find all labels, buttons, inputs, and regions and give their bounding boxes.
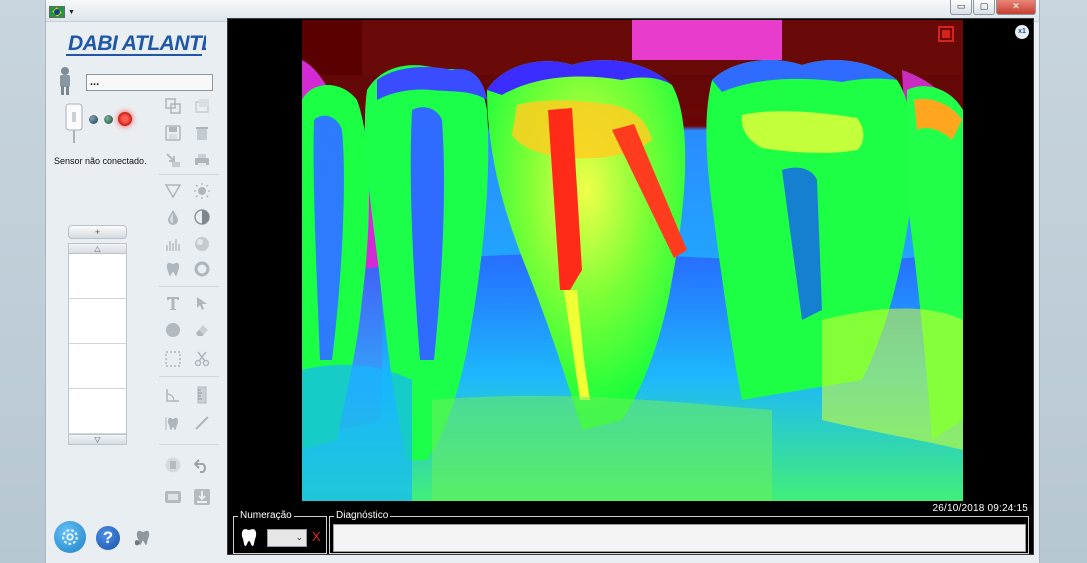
fullscreen-icon[interactable] xyxy=(162,487,184,507)
help-button[interactable]: ? xyxy=(96,526,120,550)
text-tool-icon[interactable] xyxy=(162,293,184,313)
window-controls: ▭ ▢ ✕ xyxy=(950,0,1036,15)
diagnostico-group: Diagnóstico xyxy=(329,510,1029,554)
thumbnail-slot[interactable] xyxy=(68,299,127,344)
sensor-icon xyxy=(64,102,84,144)
status-led-error xyxy=(118,112,132,126)
patient-icon[interactable] xyxy=(55,66,75,96)
patient-name-field[interactable]: ... xyxy=(86,74,213,91)
settings-button[interactable] xyxy=(54,521,86,553)
close-button[interactable]: ✕ xyxy=(996,0,1036,15)
status-led-2 xyxy=(104,115,113,124)
clear-numeracao-button[interactable]: X xyxy=(312,529,321,545)
chevron-down-icon: ▼ xyxy=(68,8,75,16)
circle-tool-icon[interactable] xyxy=(162,320,184,340)
language-selector[interactable]: ▼ xyxy=(49,4,79,20)
histogram-icon[interactable] xyxy=(162,234,184,254)
status-led-1 xyxy=(89,115,98,124)
compare-icon[interactable] xyxy=(162,455,184,475)
chevron-down-icon: ⌄ xyxy=(295,532,303,542)
logo-text: DABI ATLANTE xyxy=(68,32,206,55)
invert-icon[interactable] xyxy=(162,181,184,201)
copy-image-icon[interactable] xyxy=(162,96,184,116)
tool-separator xyxy=(159,444,219,445)
sharpen-ring-icon[interactable] xyxy=(191,259,213,279)
thumbnail-panel: + △ ▽ xyxy=(68,225,127,449)
diagnostico-label: Diagnóstico xyxy=(334,510,391,522)
dabi-atlante-logo: DABI ATLANTE xyxy=(66,30,217,60)
crop-select-icon[interactable] xyxy=(162,349,184,369)
tool-separator xyxy=(159,174,219,175)
thumbnail-slot[interactable] xyxy=(68,344,127,389)
add-image-button[interactable]: + xyxy=(68,225,127,239)
scroll-down-button[interactable]: ▽ xyxy=(68,434,127,445)
desktop-right-band xyxy=(1040,0,1087,563)
tool-separator xyxy=(159,376,219,377)
brightness-icon[interactable] xyxy=(191,181,213,201)
tooth-hand-icon[interactable] xyxy=(132,527,154,549)
ruler-icon[interactable] xyxy=(191,385,213,405)
zoom-level-badge[interactable]: x1 xyxy=(1015,25,1029,39)
tooth-filter-icon[interactable] xyxy=(162,259,184,279)
tooth-number-select[interactable]: ⌄ xyxy=(267,529,307,547)
minimize-button[interactable]: ▭ xyxy=(950,0,972,15)
stop-icon xyxy=(942,30,950,38)
filter-sphere-icon[interactable] xyxy=(191,234,213,254)
xray-image[interactable] xyxy=(302,20,963,501)
sensor-status-text: Sensor não conectado. xyxy=(54,156,147,166)
contrast-icon[interactable] xyxy=(191,207,213,227)
import-icon[interactable] xyxy=(191,487,213,507)
image-viewer[interactable]: x1 26/10/2018 09:24:15 Numeração ⌄ X Dia… xyxy=(227,18,1034,555)
tool-separator xyxy=(159,286,219,287)
diagnostico-field[interactable] xyxy=(333,524,1026,552)
tooth-measure-icon[interactable] xyxy=(162,413,184,433)
undo-icon[interactable] xyxy=(191,455,213,475)
print-icon[interactable] xyxy=(191,150,213,170)
gamma-icon[interactable] xyxy=(162,207,184,227)
pointer-icon[interactable] xyxy=(191,293,213,313)
save-icon[interactable] xyxy=(162,123,184,143)
desktop-left-band xyxy=(0,0,45,563)
trash-icon[interactable] xyxy=(191,123,213,143)
image-timestamp: 26/10/2018 09:24:15 xyxy=(932,503,1028,514)
app-window: ▼ ▭ ▢ ✕ DABI ATLANTE ... Sensor não cone… xyxy=(45,0,1040,563)
eraser-icon[interactable] xyxy=(191,320,213,340)
thumbnail-slot[interactable] xyxy=(68,389,127,434)
scissors-icon[interactable] xyxy=(191,349,213,369)
restore-button[interactable]: ▢ xyxy=(973,0,995,15)
export-icon[interactable] xyxy=(162,150,184,170)
angle-measure-icon[interactable] xyxy=(162,385,184,405)
numeracao-label: Numeração xyxy=(238,510,294,522)
gear-icon xyxy=(62,529,78,545)
scroll-up-button[interactable]: △ xyxy=(68,243,127,254)
line-measure-icon[interactable] xyxy=(191,413,213,433)
window-copy-icon[interactable] xyxy=(191,96,213,116)
tooth-icon xyxy=(240,527,258,547)
thumbnail-slot[interactable] xyxy=(68,254,127,299)
numeracao-group: Numeração ⌄ X xyxy=(233,510,327,554)
brazil-flag-icon xyxy=(49,6,65,18)
stop-capture-button[interactable] xyxy=(938,26,954,42)
